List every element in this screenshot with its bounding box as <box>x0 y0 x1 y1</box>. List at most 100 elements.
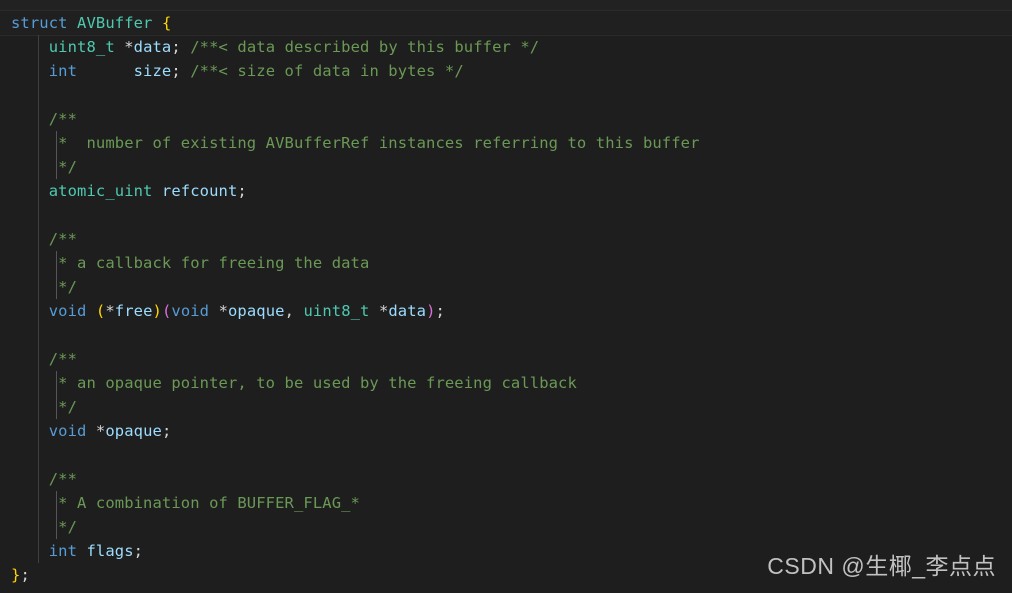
token-punct <box>11 278 58 296</box>
token-cmt: * a callback for freeing the data <box>58 254 370 272</box>
code-editor[interactable]: struct AVBuffer { uint8_t *data; /**< da… <box>0 0 1012 593</box>
token-brace1: ) <box>152 302 162 320</box>
token-type: uint8_t <box>48 38 115 56</box>
token-punct: ; <box>237 182 247 200</box>
token-var: flags <box>86 542 134 560</box>
code-line[interactable]: */ <box>0 155 1012 179</box>
code-line[interactable]: void (*free)(void *opaque, uint8_t *data… <box>0 299 1012 323</box>
token-punct <box>68 14 77 32</box>
code-line[interactable]: /** <box>0 467 1012 491</box>
indent-guide <box>38 323 39 347</box>
code-line[interactable] <box>0 203 1012 227</box>
token-punct <box>11 350 49 368</box>
code-content[interactable]: struct AVBuffer { uint8_t *data; /**< da… <box>0 0 1012 593</box>
indent-guide <box>38 107 39 131</box>
token-brace2: ( <box>161 302 172 320</box>
indent-guide <box>38 491 39 515</box>
code-line[interactable] <box>0 443 1012 467</box>
token-punct <box>11 374 58 392</box>
token-punct: * <box>95 422 106 440</box>
comment-guide <box>56 371 57 395</box>
code-line[interactable]: */ <box>0 515 1012 539</box>
token-brace1: ( <box>95 302 106 320</box>
token-var: refcount <box>161 182 238 200</box>
token-empty <box>11 86 20 104</box>
token-cmt: */ <box>58 518 78 536</box>
token-punct <box>86 302 95 320</box>
token-punct <box>11 230 49 248</box>
indent-guide <box>38 83 39 107</box>
code-line[interactable]: /** <box>0 227 1012 251</box>
indent-guide <box>38 467 39 491</box>
token-punct <box>11 302 49 320</box>
code-line[interactable]: void *opaque; <box>0 419 1012 443</box>
token-punct <box>11 470 49 488</box>
code-line[interactable] <box>0 83 1012 107</box>
token-fn: free <box>114 302 153 320</box>
token-punct <box>11 134 58 152</box>
code-line[interactable]: atomic_uint refcount; <box>0 179 1012 203</box>
token-punct: * <box>124 38 134 56</box>
token-punct <box>11 542 49 560</box>
indent-guide <box>38 539 39 563</box>
indent-guide <box>38 371 39 395</box>
token-var: data <box>388 302 427 320</box>
token-empty <box>11 446 20 464</box>
token-kw: struct <box>11 14 68 32</box>
indent-guide <box>38 179 39 203</box>
token-kw: void <box>48 302 87 320</box>
token-punct <box>11 494 58 512</box>
code-line[interactable]: struct AVBuffer { <box>0 11 1012 35</box>
token-punct <box>77 62 134 80</box>
token-var: opaque <box>228 302 285 320</box>
token-type: AVBuffer <box>77 14 153 32</box>
indent-guide <box>38 131 39 155</box>
code-line[interactable]: */ <box>0 275 1012 299</box>
token-kw: int <box>48 542 78 560</box>
token-punct <box>11 110 49 128</box>
code-line[interactable]: * a callback for freeing the data <box>0 251 1012 275</box>
token-brace2: ) <box>426 302 436 320</box>
comment-guide <box>56 491 57 515</box>
code-line[interactable]: int size; /**< size of data in bytes */ <box>0 59 1012 83</box>
token-cmt: /** <box>48 230 78 248</box>
code-line[interactable]: * number of existing AVBufferRef instanc… <box>0 131 1012 155</box>
token-cmt: */ <box>58 158 78 176</box>
indent-guide <box>38 203 39 227</box>
token-cmt: /** <box>48 350 78 368</box>
code-line[interactable]: uint8_t *data; /**< data described by th… <box>0 35 1012 59</box>
token-punct: ; <box>133 542 144 560</box>
token-punct <box>209 302 218 320</box>
token-punct: * <box>218 302 228 320</box>
token-cmt: * an opaque pointer, to be used by the f… <box>58 374 577 392</box>
token-punct: * <box>105 302 115 320</box>
token-cmt: /**< size of data in bytes */ <box>190 62 464 80</box>
token-cmt: * number of existing AVBufferRef instanc… <box>58 134 700 152</box>
code-line[interactable]: */ <box>0 395 1012 419</box>
token-cmt: /**< data described by this buffer */ <box>190 38 540 56</box>
token-var: size <box>133 62 172 80</box>
token-cmt: */ <box>58 278 78 296</box>
token-punct: ; <box>20 566 30 584</box>
token-punct <box>152 182 161 200</box>
comment-guide <box>56 251 57 275</box>
csdn-watermark: CSDN @生椰_李点点 <box>767 553 996 579</box>
code-line[interactable]: * A combination of BUFFER_FLAG_* <box>0 491 1012 515</box>
indent-guide <box>38 515 39 539</box>
token-empty <box>11 206 20 224</box>
indent-guide <box>38 251 39 275</box>
token-brace1: { <box>161 14 172 32</box>
code-line[interactable]: /** <box>0 107 1012 131</box>
code-line[interactable]: /** <box>0 347 1012 371</box>
token-punct <box>11 38 49 56</box>
code-line[interactable] <box>0 323 1012 347</box>
token-type: uint8_t <box>303 302 370 320</box>
token-punct: ; <box>171 38 191 56</box>
indent-guide <box>38 299 39 323</box>
token-cmt: * A combination of BUFFER_FLAG_* <box>58 494 360 512</box>
code-line[interactable]: * an opaque pointer, to be used by the f… <box>0 371 1012 395</box>
indent-guide <box>38 35 39 59</box>
token-punct: ; <box>435 302 445 320</box>
token-cmt: /** <box>48 470 78 488</box>
indent-guide <box>38 347 39 371</box>
